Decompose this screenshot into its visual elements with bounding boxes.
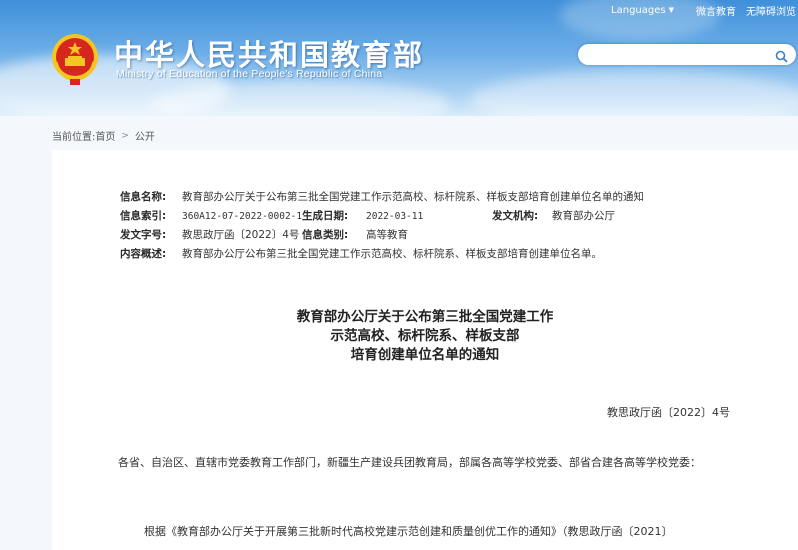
accessibility-link[interactable]: 无障碍浏览 [746,3,796,18]
info-org-label: 发文机构: [492,210,539,222]
info-name-label: 信息名称: [120,191,167,203]
document-title-line: 示范高校、标杆院系、样板支部 [330,328,520,344]
search-icon[interactable] [775,48,788,67]
info-category-value: 高等教育 [366,229,408,241]
document-number: 教思政厅函〔2022〕4号 [607,406,730,419]
national-emblem-icon[interactable] [50,32,100,86]
document-paragraph: 根据《教育部办公厅关于开展第三批新时代高校党建示范创建和质量创优工作的通知》（教… [144,525,673,538]
top-utility-bar: Languages ▼ 微言教育 无障碍浏览 [611,0,798,20]
breadcrumb: 当前位置: 首页 > 公开 [52,128,155,144]
info-docno-label: 发文字号: [120,229,167,241]
content-card: 信息名称: 教育部办公厅关于公布第三批全国党建工作示范高校、标杆院系、样板支部培… [52,150,798,550]
languages-label: Languages [611,4,666,16]
info-index-value: 360A12-07-2022-0002-1 [182,211,303,222]
document-title-line: 培育创建单位名单的通知 [350,347,500,363]
caret-down-icon: ▼ [668,6,674,14]
info-summary-label: 内容概述: [120,248,167,260]
search-input[interactable] [588,45,772,67]
languages-dropdown[interactable]: Languages ▼ [611,5,674,16]
info-date-value: 2022-03-11 [366,211,424,222]
info-org-value: 教育部办公厅 [552,210,615,222]
search-box [578,44,796,67]
info-summary-value: 教育部办公厅公布第三批全国党建工作示范高校、标杆院系、样板支部培育创建单位名单。 [182,248,602,260]
document-addressee: 各省、自治区、直辖市党委教育工作部门，新疆生产建设兵团教育局，部属各高等学校党委… [118,456,701,469]
breadcrumb-home[interactable]: 首页 [95,128,115,143]
weibo-link[interactable]: 微言教育 [696,3,736,18]
chevron-right-icon: > [121,130,129,141]
site-header: Languages ▼ 微言教育 无障碍浏览 中华人民共和国教育部 Minist… [0,0,798,116]
document-title: 教育部办公厅关于公布第三批全国党建工作 示范高校、标杆院系、样板支部 培育创建单… [52,308,798,365]
cloud-decoration [470,70,798,116]
info-docno-value: 教思政厅函〔2022〕4号 [182,229,300,241]
info-name-value: 教育部办公厅关于公布第三批全国党建工作示范高校、标杆院系、样板支部培育创建单位名… [182,191,644,203]
site-title-en: Ministry of Education of the People's Re… [116,68,383,80]
info-date-label: 生成日期: [302,210,349,222]
info-category-label: 信息类别: [302,229,349,241]
breadcrumb-label: 当前位置: [52,132,96,143]
breadcrumb-current[interactable]: 公开 [135,128,155,143]
info-index-label: 信息索引: [120,210,167,222]
document-title-line: 教育部办公厅关于公布第三批全国党建工作 [296,309,554,325]
